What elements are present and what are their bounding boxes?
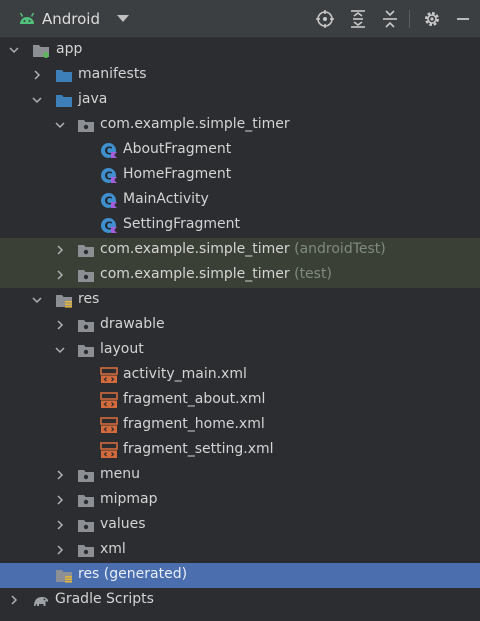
kotlin-class-icon: C bbox=[101, 218, 117, 233]
tree-node-label: values bbox=[100, 516, 146, 532]
chevron-right-icon[interactable] bbox=[31, 69, 43, 81]
tree-node-label: com.example.simple_timer (test) bbox=[100, 266, 332, 282]
tree-node-package-test[interactable]: com.example.simple_timer (test) bbox=[0, 263, 480, 288]
tree-node-package-main[interactable]: com.example.simple_timer bbox=[0, 113, 480, 138]
chevron-right-icon[interactable] bbox=[54, 244, 66, 256]
tree-node-label: com.example.simple_timer bbox=[100, 116, 290, 132]
tree-node-activity-main-xml[interactable]: activity_main.xml bbox=[0, 363, 480, 388]
chevron-right-icon[interactable] bbox=[54, 469, 66, 481]
tree-node-label: mipmap bbox=[100, 491, 158, 507]
gradle-elephant-icon bbox=[34, 597, 48, 606]
chevron-right-icon[interactable] bbox=[54, 319, 66, 331]
tree-node-label: xml bbox=[100, 541, 126, 557]
tree-node-manifests[interactable]: manifests bbox=[0, 63, 480, 88]
package-icon bbox=[78, 520, 94, 532]
package-icon bbox=[78, 470, 94, 482]
tree-node-label: activity_main.xml bbox=[123, 366, 247, 382]
tree-node-label: AboutFragment bbox=[123, 141, 232, 157]
tree-node-res-generated[interactable]: res (generated) bbox=[0, 563, 480, 588]
chevron-down-icon[interactable] bbox=[31, 94, 43, 106]
tree-node-label: com.example.simple_timer (androidTest) bbox=[100, 241, 386, 257]
minimize-icon[interactable] bbox=[453, 9, 473, 29]
tree-node-gradle-scripts[interactable]: Gradle Scripts bbox=[0, 588, 480, 613]
tree-node-values[interactable]: values bbox=[0, 513, 480, 538]
source-set-suffix: (test) bbox=[294, 266, 332, 282]
kotlin-class-icon: C bbox=[101, 193, 117, 208]
tree-node-label: fragment_setting.xml bbox=[123, 441, 274, 457]
chevron-down-icon[interactable] bbox=[54, 344, 66, 356]
package-icon bbox=[78, 495, 94, 507]
tree-node-label: manifests bbox=[78, 66, 147, 82]
tree-node-label: MainActivity bbox=[123, 191, 209, 207]
layout-xml-file-icon bbox=[100, 392, 118, 408]
chevron-down-icon[interactable] bbox=[8, 44, 20, 56]
tree-node-package-android-test[interactable]: com.example.simple_timer (androidTest) bbox=[0, 238, 480, 263]
tree-node-mipmap[interactable]: mipmap bbox=[0, 488, 480, 513]
chevron-right-icon[interactable] bbox=[54, 494, 66, 506]
tree-node-about-fragment[interactable]: C AboutFragment bbox=[0, 138, 480, 163]
tree-node-layout[interactable]: layout bbox=[0, 338, 480, 363]
tree-node-res[interactable]: res bbox=[0, 288, 480, 313]
package-icon bbox=[78, 120, 94, 132]
layout-xml-file-icon bbox=[100, 417, 118, 433]
layout-xml-file-icon bbox=[100, 367, 118, 383]
tree-node-java[interactable]: java bbox=[0, 88, 480, 113]
tree-node-label: drawable bbox=[100, 316, 165, 332]
tree-node-fragment-about-xml[interactable]: fragment_about.xml bbox=[0, 388, 480, 413]
tree-node-main-activity[interactable]: C MainActivity bbox=[0, 188, 480, 213]
layout-xml-file-icon bbox=[100, 442, 118, 458]
tree-node-label: menu bbox=[100, 466, 140, 482]
package-icon bbox=[78, 545, 94, 557]
tree-node-fragment-home-xml[interactable]: fragment_home.xml bbox=[0, 413, 480, 438]
toolbar-divider bbox=[409, 10, 410, 28]
tree-node-label: fragment_about.xml bbox=[123, 391, 266, 407]
resource-folder-icon bbox=[56, 570, 72, 583]
expand-all-icon[interactable] bbox=[348, 9, 368, 29]
tree-node-fragment-setting-xml[interactable]: fragment_setting.xml bbox=[0, 438, 480, 463]
tree-node-label: layout bbox=[100, 341, 144, 357]
tree-node-app[interactable]: app bbox=[0, 38, 480, 63]
tree-node-menu[interactable]: menu bbox=[0, 463, 480, 488]
resource-folder-icon bbox=[56, 295, 72, 308]
gear-icon[interactable] bbox=[422, 9, 442, 29]
tree-node-xml[interactable]: xml bbox=[0, 538, 480, 563]
tree-node-label: res (generated) bbox=[78, 566, 188, 582]
project-view-selector[interactable]: Android bbox=[42, 10, 100, 28]
chevron-right-icon[interactable] bbox=[54, 544, 66, 556]
module-folder-icon bbox=[33, 45, 49, 58]
package-icon bbox=[78, 345, 94, 357]
kotlin-class-icon: C bbox=[101, 143, 117, 158]
chevron-down-icon[interactable] bbox=[31, 294, 43, 306]
project-tree: app manifests java com.example.simple_ti… bbox=[0, 38, 480, 621]
tree-node-drawable[interactable]: drawable bbox=[0, 313, 480, 338]
collapse-all-icon[interactable] bbox=[380, 9, 400, 29]
tree-node-setting-fragment[interactable]: C SettingFragment bbox=[0, 213, 480, 238]
tree-node-label: fragment_home.xml bbox=[123, 416, 265, 432]
chevron-right-icon[interactable] bbox=[8, 594, 20, 606]
tree-node-label: app bbox=[56, 41, 83, 57]
chevron-down-icon[interactable] bbox=[54, 119, 66, 131]
package-icon bbox=[78, 245, 94, 257]
tree-node-label: Gradle Scripts bbox=[55, 591, 154, 607]
package-icon bbox=[78, 320, 94, 332]
chevron-down-icon[interactable] bbox=[117, 15, 129, 22]
tree-node-label: HomeFragment bbox=[123, 166, 232, 182]
android-icon bbox=[19, 12, 35, 24]
kotlin-class-icon: C bbox=[101, 168, 117, 183]
tree-node-home-fragment[interactable]: C HomeFragment bbox=[0, 163, 480, 188]
project-view-toolbar: Android bbox=[0, 0, 480, 38]
locate-icon[interactable] bbox=[315, 9, 335, 29]
chevron-right-icon[interactable] bbox=[54, 269, 66, 281]
chevron-right-icon[interactable] bbox=[54, 519, 66, 531]
source-set-suffix: (androidTest) bbox=[294, 241, 386, 257]
folder-icon bbox=[56, 70, 72, 82]
package-icon bbox=[78, 270, 94, 282]
tree-node-label: SettingFragment bbox=[123, 216, 240, 232]
tree-node-label: res bbox=[78, 291, 100, 307]
folder-icon bbox=[56, 95, 72, 107]
tree-node-label: java bbox=[78, 91, 108, 107]
